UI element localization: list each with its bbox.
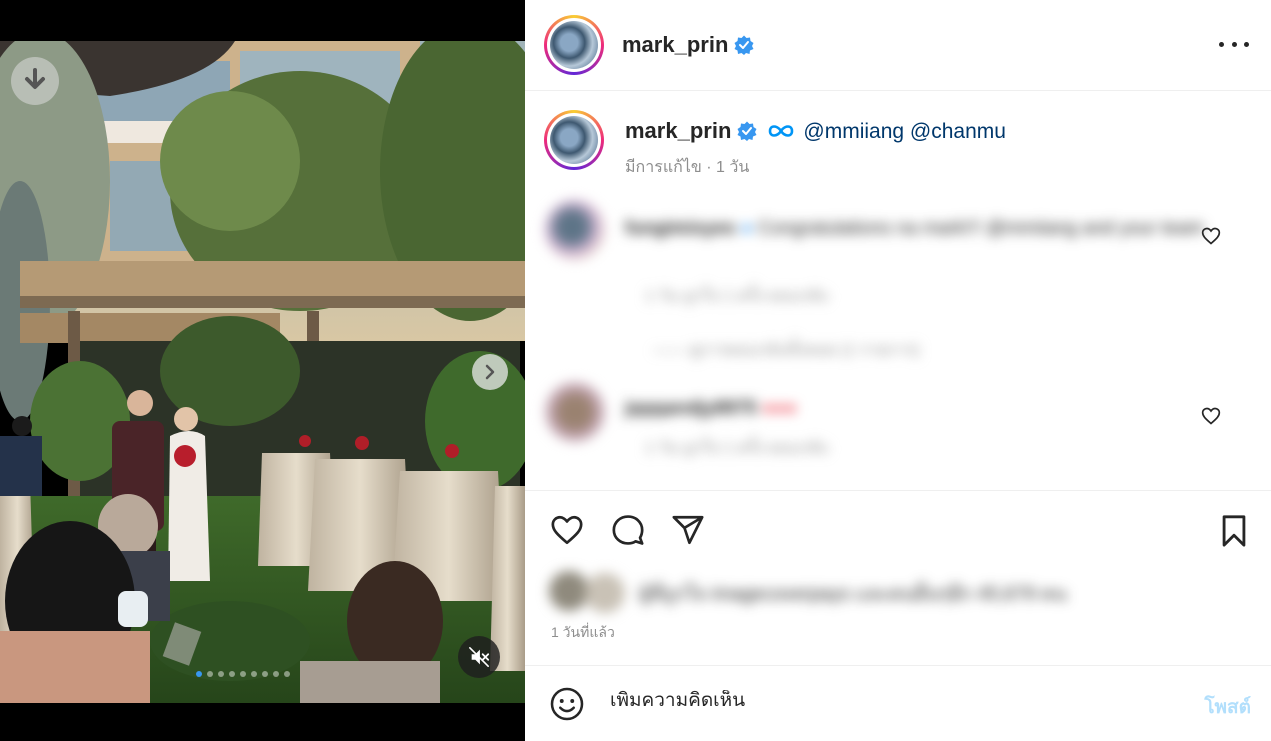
carousel-dot [218, 671, 224, 677]
chevron-right-icon [485, 364, 495, 380]
carousel-indicator [196, 671, 290, 677]
comment-meta: 1 วัน ถูกใจ 1 ครั้ง ตอบกลับ [645, 288, 829, 305]
bookmark-icon[interactable] [1217, 513, 1251, 549]
meta-separator: · [706, 159, 712, 176]
carousel-dot [284, 671, 290, 677]
mention-link[interactable]: @chanmu [910, 120, 1006, 143]
comment-username[interactable]: jqqqandjy8975 [625, 398, 757, 419]
comment-username[interactable]: fungimisyes [625, 218, 736, 239]
wedding-scene-image [0, 41, 525, 703]
carousel-dot [196, 671, 202, 677]
download-icon [25, 68, 45, 89]
carousel-dot [251, 671, 257, 677]
comment-body: Congratulations na mark!!! @mmiiang and … [757, 218, 1204, 239]
post-header: mark_prin [525, 0, 1271, 91]
verified-badge-icon [737, 121, 757, 141]
emoji-icon[interactable] [549, 686, 585, 722]
author-username-row: mark_prin [622, 32, 754, 58]
comment-item: fungimisyes ● Congratulations na mark!!!… [545, 200, 1245, 370]
heart-icon[interactable] [549, 513, 585, 547]
caption-text: mark_prin @mmiiang @chanmu [625, 118, 1006, 144]
caption-username[interactable]: mark_prin [625, 118, 731, 143]
post-timestamp: 1 วันที่แล้ว [551, 624, 615, 640]
media-pane [0, 0, 525, 741]
edited-label: มีการแก้ไข [625, 159, 702, 176]
comment-input[interactable] [610, 690, 1170, 712]
comment-icon[interactable] [610, 513, 646, 547]
infinity-icon [769, 125, 794, 137]
post-video[interactable] [0, 41, 525, 703]
post-comment-button[interactable]: โพสต์ [1204, 692, 1251, 722]
carousel-dot [229, 671, 235, 677]
liked-by-avatar [585, 573, 625, 613]
author-avatar[interactable] [544, 15, 604, 75]
share-icon[interactable] [670, 513, 706, 547]
more-options-button[interactable] [1219, 34, 1249, 54]
action-bar [525, 490, 1271, 566]
author-username[interactable]: mark_prin [622, 32, 728, 57]
view-replies-link[interactable]: —— ดูการตอบกลับทั้งหมด (1 รายการ) [653, 338, 919, 363]
post-modal: mark_prin mark_prin @mmiiang @chanmu มีก… [0, 0, 1271, 741]
comment-like-heart-icon[interactable] [1201, 406, 1221, 426]
comment-text: jqqqandjy8975 ●●● [625, 398, 797, 419]
download-button[interactable] [11, 57, 59, 105]
comment-avatar[interactable] [545, 382, 605, 442]
comment-text: fungimisyes ● Congratulations na mark!!!… [625, 218, 1204, 239]
mention-link[interactable]: @mmiiang [803, 120, 904, 143]
carousel-dot [262, 671, 268, 677]
verified-badge-icon [734, 35, 754, 55]
liked-by-avatar [549, 571, 589, 611]
comment-like-heart-icon[interactable] [1201, 226, 1221, 246]
caption-avatar[interactable] [544, 110, 604, 170]
next-slide-button[interactable] [472, 354, 508, 390]
carousel-dot [240, 671, 246, 677]
muted-speaker-icon [469, 647, 490, 667]
comment-avatar[interactable] [545, 200, 605, 260]
carousel-dot [273, 671, 279, 677]
add-comment-bar: โพสต์ [525, 665, 1271, 741]
comment-meta: 1 วัน ถูกใจ 1 ครั้ง ตอบกลับ [645, 440, 829, 457]
post-side-panel: mark_prin mark_prin @mmiiang @chanmu มีก… [525, 0, 1271, 741]
caption-meta: มีการแก้ไข · 1 วัน [625, 155, 749, 180]
carousel-dot [207, 671, 213, 677]
mute-toggle-button[interactable] [458, 636, 500, 678]
more-icon [1219, 41, 1224, 47]
comment-item: jqqqandjy8975 ●●● 1 วัน ถูกใจ 1 ครั้ง ตอ… [545, 380, 1245, 470]
liked-by-text: ผู้ที่ถูกใจ imagecoverpays และคนอื่นๆอีก… [639, 584, 1067, 605]
caption-age: 1 วัน [716, 159, 750, 176]
liked-by-row[interactable]: ผู้ที่ถูกใจ imagecoverpays และคนอื่นๆอีก… [549, 567, 1239, 617]
